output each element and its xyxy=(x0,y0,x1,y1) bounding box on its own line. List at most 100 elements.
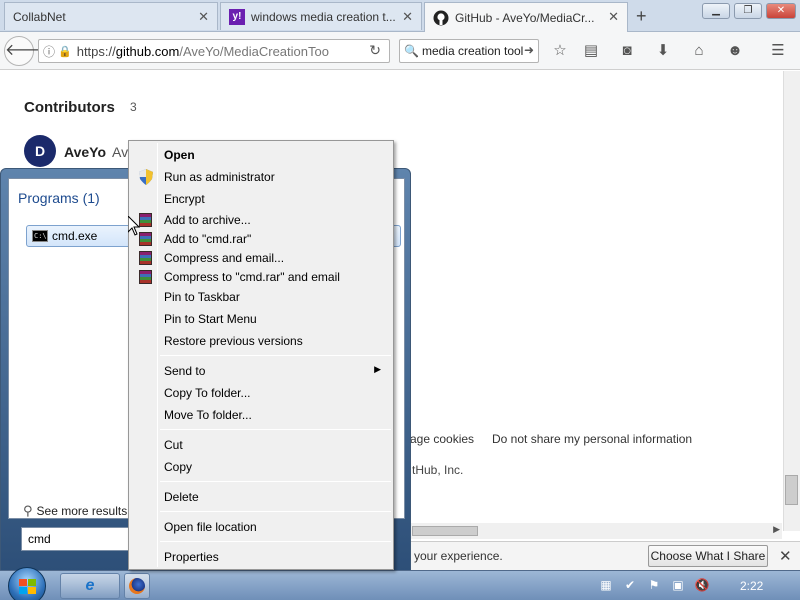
menu-item-delete[interactable]: Delete xyxy=(131,487,391,507)
horizontal-scrollbar[interactable]: ▶ xyxy=(408,523,782,539)
mouse-cursor-icon xyxy=(128,216,140,236)
scrollbar-thumb[interactable] xyxy=(412,526,478,536)
menu-label: Add to "cmd.rar" xyxy=(164,232,252,246)
scroll-right-icon[interactable]: ▶ xyxy=(773,524,780,535)
window-close-button[interactable]: ✕ xyxy=(766,3,796,19)
menu-item-pin-to-start-menu[interactable]: Pin to Start Menu xyxy=(131,309,391,329)
menu-separator xyxy=(160,541,391,542)
menu-label: Delete xyxy=(164,490,199,504)
search-engine-icon: 🔍 xyxy=(404,44,419,58)
cmd-icon: C:\ xyxy=(32,230,48,242)
menu-item-copy-to-folder[interactable]: Copy To folder... xyxy=(131,383,391,403)
menu-label: Copy To folder... xyxy=(164,386,251,400)
tab-collabnet[interactable]: CollabNet ✕ xyxy=(4,2,218,30)
close-icon[interactable]: ✕ xyxy=(779,547,792,565)
menu-label: Pin to Start Menu xyxy=(164,312,257,326)
tab-yahoo-search[interactable]: y! windows media creation t... ✕ xyxy=(220,2,422,30)
start-search-input[interactable]: cmd xyxy=(21,527,141,551)
action-center-flag-icon[interactable]: ⚑ xyxy=(646,577,662,593)
tab-github[interactable]: GitHub - AveYo/MediaCr... ✕ xyxy=(424,2,628,32)
search-bar[interactable]: 🔍 media creation tool ➜ xyxy=(399,39,539,63)
url-bar[interactable]: ⓘ 🔒 https://github.com/AveYo/MediaCreati… xyxy=(38,39,390,63)
footer-copyright: tHub, Inc. xyxy=(412,463,464,477)
bookmark-star-icon[interactable]: ☆ xyxy=(550,41,570,61)
menu-item-restore-previous-versions[interactable]: Restore previous versions xyxy=(131,331,391,351)
manage-cookies-link[interactable]: age cookies xyxy=(410,432,474,446)
minimize-button[interactable]: ▁ xyxy=(702,3,730,19)
contributor-name[interactable]: AveYo xyxy=(64,144,106,160)
menu-item-copy[interactable]: Copy xyxy=(131,457,391,477)
scrollbar-thumb[interactable] xyxy=(785,475,798,505)
see-more-label: See more results xyxy=(36,504,128,518)
menu-item-compress-to-cmd-rar-and-email[interactable]: Compress to "cmd.rar" and email xyxy=(131,267,391,287)
browser-tab-bar: CollabNet ✕ y! windows media creation t.… xyxy=(0,0,800,32)
url-domain: github.com xyxy=(115,43,180,59)
contributors-count: 3 xyxy=(130,100,137,114)
menu-item-open[interactable]: Open xyxy=(131,145,391,165)
volume-muted-icon[interactable]: 🔇 xyxy=(694,577,710,593)
menu-separator xyxy=(160,355,391,356)
navigation-bar: 🡐 ⓘ 🔒 https://github.com/AveYo/MediaCrea… xyxy=(0,32,800,70)
clock[interactable]: 2:22 xyxy=(740,579,763,593)
home-icon[interactable]: ⌂ xyxy=(689,41,709,61)
menu-item-properties[interactable]: Properties xyxy=(131,547,391,567)
network-icon[interactable]: ▣ xyxy=(670,577,686,593)
back-button[interactable]: 🡐 xyxy=(4,36,48,66)
choose-what-i-share-button[interactable]: Choose What I Share xyxy=(648,545,768,567)
go-arrow-icon[interactable]: ➜ xyxy=(523,43,534,57)
menu-label: Restore previous versions xyxy=(164,334,303,348)
do-not-share-link[interactable]: Do not share my personal information xyxy=(492,432,692,446)
internet-explorer-icon: e xyxy=(85,577,95,594)
avatar[interactable]: D xyxy=(24,135,56,167)
menu-label: Cut xyxy=(164,438,183,452)
windows-logo-icon xyxy=(19,579,36,594)
winrar-icon xyxy=(137,250,153,266)
menu-icon[interactable]: ☰ xyxy=(768,41,788,61)
menu-item-encrypt[interactable]: Encrypt xyxy=(131,189,391,209)
start-button[interactable] xyxy=(8,567,46,600)
lock-icon: 🔒 xyxy=(58,45,72,58)
menu-label: Compress and email... xyxy=(164,251,285,265)
taskbar: e ▦ ✔ ⚑ ▣ 🔇 2:22 xyxy=(0,567,800,600)
context-menu: Open Run as administrator Encrypt Add to… xyxy=(128,140,394,570)
menu-item-move-to-folder[interactable]: Move To folder... xyxy=(131,405,391,425)
menu-item-add-to-cmd-rar[interactable]: Add to "cmd.rar" xyxy=(131,229,391,249)
pocket-icon[interactable]: ◙ xyxy=(617,41,637,61)
menu-item-open-file-location[interactable]: Open file location xyxy=(131,517,391,537)
reading-list-icon[interactable]: ▤ xyxy=(581,41,601,61)
notes-icon[interactable]: ▦ xyxy=(598,577,614,593)
restore-button[interactable]: ❐ xyxy=(734,3,762,19)
download-icon[interactable]: ⬇ xyxy=(653,41,673,61)
firefox-icon xyxy=(129,577,145,594)
menu-separator xyxy=(160,511,391,512)
tab-label: CollabNet xyxy=(13,9,66,24)
system-tray: ▦ ✔ ⚑ ▣ 🔇 xyxy=(592,575,722,597)
menu-item-pin-to-taskbar[interactable]: Pin to Taskbar xyxy=(131,287,391,307)
menu-label: Encrypt xyxy=(164,192,205,206)
contributors-heading: Contributors xyxy=(24,99,115,116)
menu-item-add-to-archive[interactable]: Add to archive... xyxy=(131,210,391,230)
menu-item-cut[interactable]: Cut xyxy=(131,435,391,455)
program-label: cmd.exe xyxy=(52,229,98,243)
close-icon[interactable]: ✕ xyxy=(198,9,209,25)
see-more-results-link[interactable]: ⚲ See more results xyxy=(23,503,127,519)
security-check-icon[interactable]: ✔ xyxy=(622,577,638,593)
menu-item-compress-and-email[interactable]: Compress and email... xyxy=(131,248,391,268)
info-icon[interactable]: ⓘ xyxy=(43,43,55,60)
close-icon[interactable]: ✕ xyxy=(608,9,619,25)
menu-item-run-as-administrator[interactable]: Run as administrator xyxy=(131,167,391,187)
programs-header: Programs (1) xyxy=(18,190,100,206)
close-icon[interactable]: ✕ xyxy=(402,9,413,25)
taskbar-firefox-button[interactable] xyxy=(124,573,150,599)
submenu-arrow-icon: ▶ xyxy=(374,364,381,374)
menu-label: Run as administrator xyxy=(164,170,275,184)
reload-icon[interactable]: ↻ xyxy=(369,42,381,59)
hello-icon[interactable]: ☻ xyxy=(725,41,745,61)
vertical-scrollbar[interactable] xyxy=(783,71,800,531)
taskbar-ie-button[interactable]: e xyxy=(60,573,120,599)
url-path: /AveYo/MediaCreationToo xyxy=(179,43,329,59)
menu-item-send-to[interactable]: Send to ▶ xyxy=(131,361,391,381)
menu-label: Compress to "cmd.rar" and email xyxy=(164,270,340,284)
new-tab-icon[interactable]: + xyxy=(636,6,647,27)
shield-icon xyxy=(137,169,153,185)
